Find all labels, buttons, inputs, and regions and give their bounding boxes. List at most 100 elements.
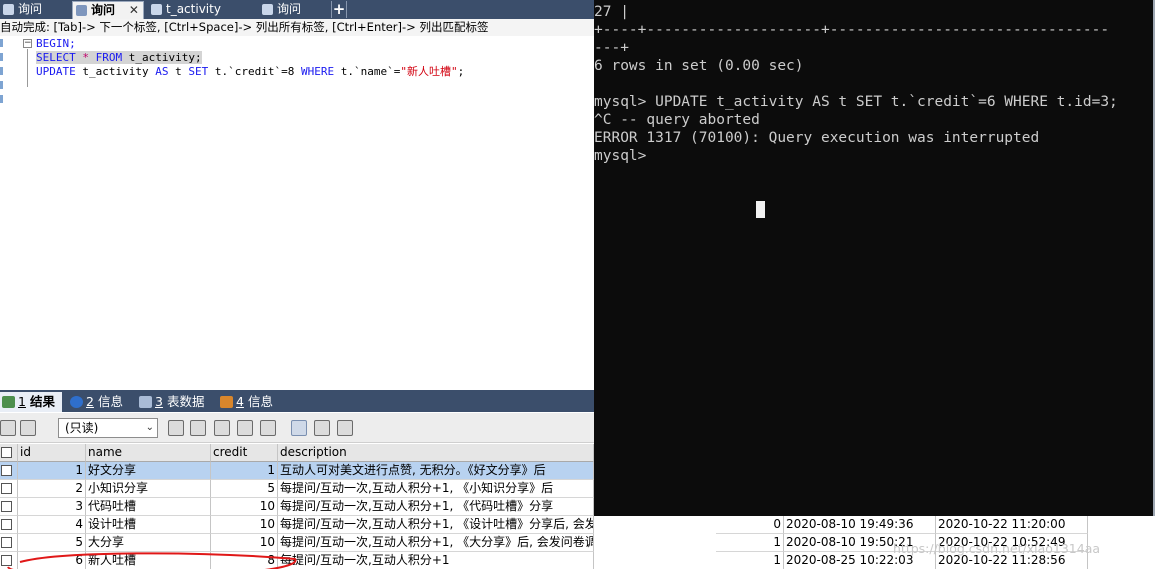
column-header-credit[interactable]: credit xyxy=(211,444,278,462)
cell-id[interactable]: 2 xyxy=(18,480,86,498)
table-row[interactable]: 3 代码吐槽 10 每提问/互动一次,互动人积分+1, 《代码吐槽》分享 xyxy=(0,498,594,516)
fold-toggle[interactable]: − xyxy=(23,39,32,48)
cell-credit[interactable]: 5 xyxy=(211,480,278,498)
row-select-cell[interactable] xyxy=(0,534,18,552)
cell-credit[interactable]: 10 xyxy=(211,498,278,516)
cell-id[interactable]: 1 xyxy=(18,462,86,480)
tab-label: 询问 xyxy=(91,3,116,17)
cell-flag[interactable]: 0 xyxy=(716,516,784,534)
table-icon xyxy=(151,4,162,15)
tab-info-4[interactable]: 4 信息 xyxy=(218,392,278,412)
column-header-description[interactable]: description xyxy=(278,444,594,462)
row-select-cell[interactable] xyxy=(0,498,18,516)
cell-credit[interactable]: 8 xyxy=(211,552,278,569)
table-row[interactable]: 0 2020-08-10 19:49:36 2020-10-22 11:20:00 xyxy=(594,516,1155,534)
cell-flag[interactable]: 1 xyxy=(716,534,784,552)
line-marker xyxy=(0,67,3,75)
grid-mode-icon[interactable] xyxy=(291,420,307,436)
checkbox[interactable] xyxy=(1,501,12,512)
form-mode-icon[interactable] xyxy=(314,420,330,436)
export-icon[interactable] xyxy=(20,420,36,436)
tab-query-3[interactable]: 询问 xyxy=(259,1,327,19)
query-icon xyxy=(262,4,273,15)
cell-id[interactable]: 5 xyxy=(18,534,86,552)
select-all-cell[interactable] xyxy=(0,444,18,462)
tab-info-2[interactable]: 2 信息 xyxy=(68,392,128,412)
cell-name[interactable]: 好文分享 xyxy=(86,462,211,480)
readonly-mode-select[interactable]: (只读) ⌄ xyxy=(58,418,158,438)
tab-query-1[interactable]: 询问 xyxy=(0,1,62,19)
result-grid: id name credit description 1 好文分享 1 互动人可对美文… xyxy=(0,444,594,569)
checkbox[interactable] xyxy=(1,519,12,530)
table-row[interactable]: 5 大分享 10 每提问/互动一次,互动人积分+1, 《大分享》后, 会发问卷调查 xyxy=(0,534,594,552)
result-toolbar: (只读) ⌄ xyxy=(0,413,594,443)
tab-table-data-3[interactable]: 3 表数据 xyxy=(137,392,212,412)
terminal-line: ^C -- query aborted xyxy=(594,112,760,128)
table-row[interactable]: 4设计吐槽10每提问/互动一次,互动人积分+1, 《设计吐槽》分享后, 会发问卷… xyxy=(0,516,594,534)
mysql-terminal[interactable]: 27 | +----+--------------------+--------… xyxy=(594,0,1155,523)
table-row[interactable]: 6 新人吐槽 8 每提问/互动一次,互动人积分+1 xyxy=(0,552,594,569)
line-marker xyxy=(0,95,3,103)
cell-name[interactable]: 小知识分享 xyxy=(86,480,211,498)
query-icon xyxy=(3,4,14,15)
column-header-name[interactable]: name xyxy=(86,444,211,462)
close-icon[interactable]: ✕ xyxy=(129,3,139,17)
cell-id[interactable]: 3 xyxy=(18,498,86,516)
cell-description[interactable]: 每提问/互动一次,互动人积分+1, 《代码吐槽》分享 xyxy=(278,498,594,516)
sql-editor[interactable]: − BEGIN; SELECT * FROM t_activity; UPDAT… xyxy=(0,36,594,382)
tab-label: 询问 xyxy=(277,2,302,16)
cell-update-time[interactable]: 2020-10-22 11:20:00 xyxy=(936,516,1088,534)
cell-credit[interactable]: 10 xyxy=(211,516,278,534)
cell-name[interactable]: 新人吐槽 xyxy=(86,552,211,569)
column-header-id[interactable]: id xyxy=(18,444,86,462)
identifier: t.`name`= xyxy=(340,65,401,78)
cell-credit[interactable]: 1 xyxy=(211,462,278,480)
cell-credit[interactable]: 10 xyxy=(211,534,278,552)
insert-row-icon[interactable] xyxy=(168,420,184,436)
cell-id[interactable]: 6 xyxy=(18,552,86,569)
identifier: t_activity; xyxy=(128,51,202,64)
row-select-cell[interactable] xyxy=(0,480,18,498)
string-literal: "新人吐槽" xyxy=(400,65,458,78)
cell-id[interactable]: 4 xyxy=(18,516,86,534)
cell-name[interactable]: 代码吐槽 xyxy=(86,498,211,516)
table-row[interactable]: 1 好文分享 1 互动人可对美文进行点赞, 无积分。《好文分享》后 xyxy=(0,462,594,480)
cell-flag[interactable]: 1 xyxy=(716,552,784,569)
cell-description[interactable]: 每提问/互动一次,互动人积分+1, 《小知识分享》后 xyxy=(278,480,594,498)
tab-table-t-activity[interactable]: t_activity xyxy=(148,1,248,19)
cell-description[interactable]: 每提问/互动一次,互动人积分+1, 《大分享》后, 会发问卷调查 xyxy=(278,534,594,552)
select-value: (只读) xyxy=(65,421,99,435)
text-mode-icon[interactable] xyxy=(337,420,353,436)
grid-view-icon[interactable] xyxy=(0,420,16,436)
cell-description[interactable]: 互动人可对美文进行点赞, 无积分。《好文分享》后 xyxy=(278,462,594,480)
row-select-cell[interactable] xyxy=(0,462,18,480)
delete-icon[interactable] xyxy=(237,420,253,436)
checkbox[interactable] xyxy=(1,537,12,548)
cell-description[interactable]: 每提问/互动一次,互动人积分+1 xyxy=(278,552,594,569)
save-icon[interactable] xyxy=(214,420,230,436)
cancel-changes-icon[interactable] xyxy=(260,420,276,436)
table-row[interactable]: 2 小知识分享 5 每提问/互动一次,互动人积分+1, 《小知识分享》后 xyxy=(0,480,594,498)
tab-query-2-active[interactable]: 询问 ✕ xyxy=(72,1,144,19)
checkbox[interactable] xyxy=(1,483,12,494)
cell-name[interactable]: 设计吐槽 xyxy=(86,516,211,534)
identifier: t.`credit`=8 xyxy=(214,65,295,78)
row-select-cell[interactable] xyxy=(0,552,18,569)
add-tab-button[interactable]: + xyxy=(331,1,347,18)
semicolon: ; xyxy=(457,65,465,78)
checkbox[interactable] xyxy=(1,555,12,566)
tab-result-1[interactable]: 1 结果 xyxy=(0,392,62,412)
query-tab-bar: 询问 询问 ✕ t_activity 询问 + xyxy=(0,0,594,19)
cell-create-time[interactable]: 2020-08-10 19:49:36 xyxy=(784,516,936,534)
tab-label: 询问 xyxy=(18,2,43,16)
terminal-line: 27 | xyxy=(594,4,629,20)
fold-guide-line xyxy=(27,49,28,87)
duplicate-row-icon[interactable] xyxy=(190,420,206,436)
row-select-cell[interactable] xyxy=(0,516,18,534)
autocomplete-hint: 自动完成: [Tab]-> 下一个标签, [Ctrl+Space]-> 列出所有… xyxy=(0,19,594,36)
cell-description[interactable]: 每提问/互动一次,互动人积分+1, 《设计吐槽》分享后, 会发问卷调查 xyxy=(278,516,594,534)
info-icon xyxy=(70,396,83,408)
checkbox[interactable] xyxy=(1,465,12,476)
cell-name[interactable]: 大分享 xyxy=(86,534,211,552)
checkbox[interactable] xyxy=(1,447,12,458)
